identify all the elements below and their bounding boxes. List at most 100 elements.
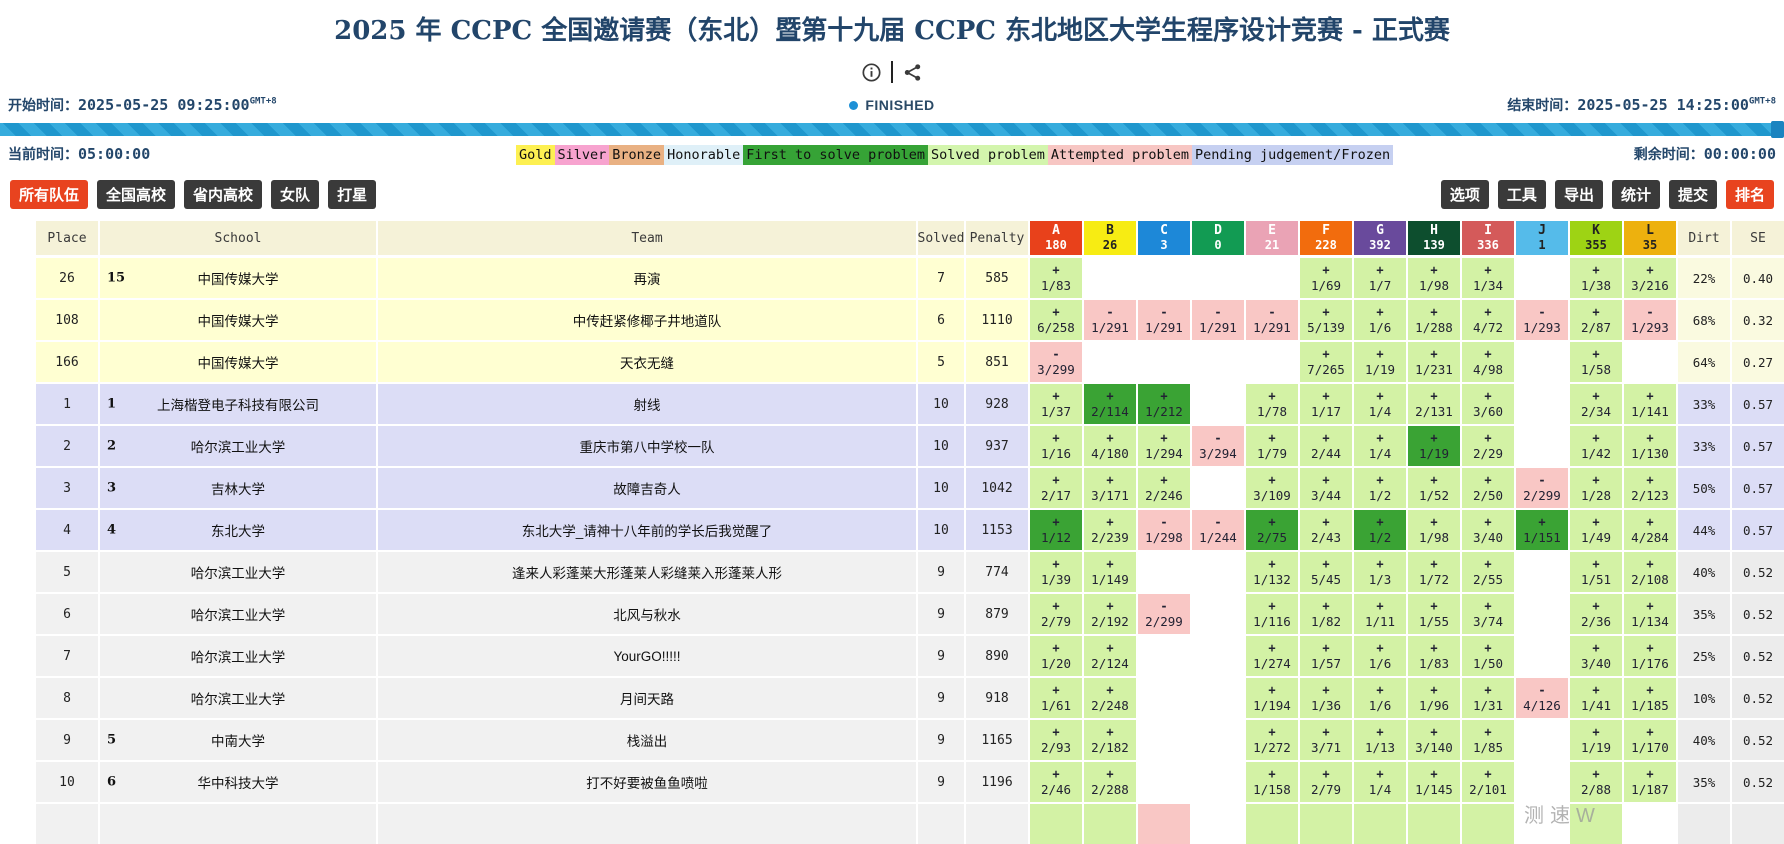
attempt-mark: +: [1052, 557, 1059, 572]
problem-header-C[interactable]: C3: [1138, 221, 1190, 255]
solved-cell: 9: [918, 552, 964, 592]
team-row[interactable]: 11上海楷登电子科技有限公司射线10928+1/37+2/114+1/212+1…: [36, 384, 1784, 424]
team-row[interactable]: 166中国传媒大学天衣无缝5851-3/299+7/265+1/19+1/231…: [36, 342, 1784, 382]
school-cell: 6华中科技大学: [100, 762, 376, 802]
problem-header-B[interactable]: B26: [1084, 221, 1136, 255]
tries-time: 3/60: [1473, 404, 1503, 420]
button-options[interactable]: 选项: [1441, 180, 1489, 209]
info-icon[interactable]: [862, 63, 881, 82]
team-row[interactable]: 33吉林大学故障吉奇人101042+2/17+3/171+2/246+3/109…: [36, 468, 1784, 508]
tries-time: 2/299: [1145, 614, 1183, 630]
team-cell: [378, 804, 916, 844]
school-cell: 中国传媒大学: [100, 300, 376, 340]
dirt-cell: 25%: [1678, 636, 1730, 676]
attempt-mark: +: [1106, 431, 1113, 446]
place-cell: 1: [36, 384, 98, 424]
team-row[interactable]: 106华中科技大学打不好要被鱼鱼喷啦91196+2/46+2/288+1/158…: [36, 762, 1784, 802]
se-cell: 0.52: [1732, 720, 1784, 760]
team-row[interactable]: 44东北大学东北大学_请神十八年前的学长后我觉醒了101153+1/12+2/2…: [36, 510, 1784, 550]
problem-cell-E: +1/194: [1246, 678, 1298, 718]
problem-header-H[interactable]: H139: [1408, 221, 1460, 255]
button-girls-teams[interactable]: 女队: [271, 180, 319, 209]
problem-cell-J: [1516, 384, 1568, 424]
tries-time: 2/239: [1091, 530, 1129, 546]
team-row[interactable]: 6哈尔滨工业大学北风与秋水9879+2/79+2/192-2/299+1/116…: [36, 594, 1784, 634]
problem-cell-B: +4/180: [1084, 426, 1136, 466]
problem-header-K[interactable]: K355: [1570, 221, 1622, 255]
button-all-teams[interactable]: 所有队伍: [10, 180, 88, 209]
team-row[interactable]: 2615中国传媒大学再演7585+1/83+1/69+1/7+1/98+1/34…: [36, 258, 1784, 298]
button-export[interactable]: 导出: [1555, 180, 1603, 209]
solved-cell: [918, 804, 964, 844]
problem-cell-G: +1/4: [1354, 384, 1406, 424]
problem-header-L[interactable]: L35: [1624, 221, 1676, 255]
tries-time: 2/246: [1145, 488, 1183, 504]
team-row[interactable]: 7哈尔滨工业大学YourGO!!!!!9890+1/20+2/124+1/274…: [36, 636, 1784, 676]
team-cell: 东北大学_请神十八年前的学长后我觉醒了: [378, 510, 916, 550]
team-row[interactable]: 8哈尔滨工业大学月间天路9918+1/61+2/248+1/194+1/36+1…: [36, 678, 1784, 718]
team-row[interactable]: 22哈尔滨工业大学重庆市第八中学校一队10937+1/16+4/180+1/29…: [36, 426, 1784, 466]
attempt-mark: +: [1430, 641, 1437, 656]
watermark: 测速W: [1524, 799, 1601, 828]
button-rank[interactable]: 排名: [1726, 180, 1774, 209]
problem-cell-C: [1138, 804, 1190, 844]
button-submissions[interactable]: 提交: [1669, 180, 1717, 209]
tries-time: 2/34: [1581, 404, 1611, 420]
problem-cell-F: +2/79: [1300, 762, 1352, 802]
team-row[interactable]: 5哈尔滨工业大学逢来人彩蓬莱大形蓬莱人彩缝莱入形蓬莱人形9774+1/39+1/…: [36, 552, 1784, 592]
problem-cell-I: +2/101: [1462, 762, 1514, 802]
problem-cell-E: [1246, 804, 1298, 844]
tries-time: 2/108: [1631, 572, 1669, 588]
attempt-mark: +: [1376, 473, 1383, 488]
tries-time: 1/42: [1581, 446, 1611, 462]
problem-cell-J: +1/151: [1516, 510, 1568, 550]
problem-header-A[interactable]: A180: [1030, 221, 1082, 255]
tries-time: 1/17: [1311, 404, 1341, 420]
attempt-mark: +: [1322, 725, 1329, 740]
problem-header-J[interactable]: J1: [1516, 221, 1568, 255]
problem-cell-E: +1/158: [1246, 762, 1298, 802]
problem-cell-G: +1/3: [1354, 552, 1406, 592]
button-statistics[interactable]: 统计: [1612, 180, 1660, 209]
school-cell: 哈尔滨工业大学: [100, 678, 376, 718]
team-cell: YourGO!!!!!: [378, 636, 916, 676]
problem-cell-A: +2/17: [1030, 468, 1082, 508]
team-row[interactable]: 108中国传媒大学中传赶紧修椰子井地道队61110+6/258-1/291-1/…: [36, 300, 1784, 340]
problem-cell-C: [1138, 762, 1190, 802]
problem-header-D[interactable]: D0: [1192, 221, 1244, 255]
attempt-mark: +: [1268, 431, 1275, 446]
problem-letter: B: [1106, 224, 1114, 239]
problem-cell-A: +1/20: [1030, 636, 1082, 676]
problem-header-E[interactable]: E21: [1246, 221, 1298, 255]
tries-time: 1/51: [1581, 572, 1611, 588]
attempt-mark: +: [1376, 263, 1383, 278]
tries-time: 7/265: [1307, 362, 1345, 378]
problem-cell-E: +1/272: [1246, 720, 1298, 760]
tries-time: 2/299: [1523, 488, 1561, 504]
problem-header-F[interactable]: F228: [1300, 221, 1352, 255]
dirt-cell: 10%: [1678, 678, 1730, 718]
problem-cell-I: +1/31: [1462, 678, 1514, 718]
share-icon[interactable]: [903, 63, 922, 82]
team-row[interactable]: [36, 804, 1784, 844]
attempt-mark: +: [1592, 305, 1599, 320]
tries-time: 1/50: [1473, 656, 1503, 672]
school-cell: 5中南大学: [100, 720, 376, 760]
attempt-mark: +: [1592, 431, 1599, 446]
button-national-schools[interactable]: 全国高校: [97, 180, 175, 209]
team-row[interactable]: 95中南大学栈溢出91165+2/93+2/182+1/272+3/71+1/1…: [36, 720, 1784, 760]
tries-time: 1/41: [1581, 698, 1611, 714]
problem-header-G[interactable]: G392: [1354, 221, 1406, 255]
attempt-mark: +: [1052, 389, 1059, 404]
problem-cell-D: -1/291: [1192, 300, 1244, 340]
button-tools[interactable]: 工具: [1498, 180, 1546, 209]
button-provincial-schools[interactable]: 省内高校: [184, 180, 262, 209]
problem-header-I[interactable]: I336: [1462, 221, 1514, 255]
button-starred-teams[interactable]: 打星: [328, 180, 376, 209]
problem-solved-count: 0: [1214, 239, 1221, 253]
attempt-mark: +: [1106, 557, 1113, 572]
tries-time: 1/38: [1581, 278, 1611, 294]
tries-time: 2/131: [1415, 404, 1453, 420]
progress-scrub-handle[interactable]: [1771, 121, 1784, 138]
attempt-mark: +: [1268, 725, 1275, 740]
